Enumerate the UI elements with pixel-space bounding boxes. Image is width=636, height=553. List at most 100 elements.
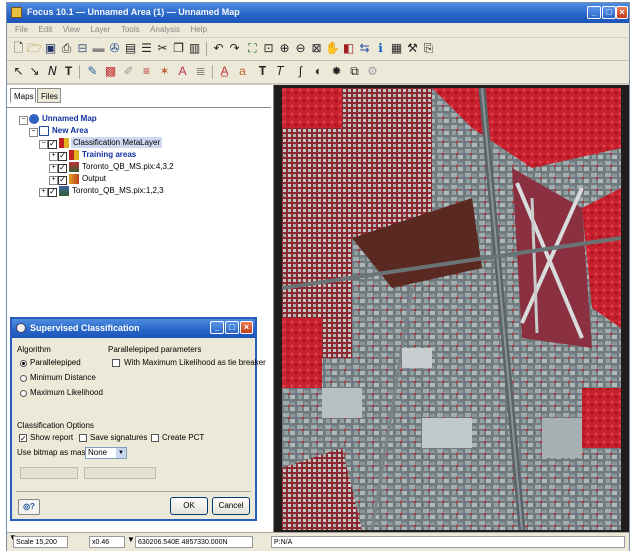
symbol-icon[interactable]: ✶ (157, 64, 172, 79)
map-view[interactable] (274, 85, 629, 532)
radio-parallelepiped[interactable] (20, 360, 27, 367)
new-icon[interactable]: 🗋 (11, 41, 26, 56)
highlight-icon[interactable]: A̲ (217, 64, 232, 79)
zoom-extent-icon[interactable]: ⛶ (245, 41, 260, 56)
undo-icon[interactable]: ↶ (211, 41, 226, 56)
contrast-icon[interactable]: ◐ (311, 64, 326, 79)
zoom-in-icon[interactable]: ⊕ (277, 41, 292, 56)
show-report-checkbox[interactable]: ✓ (19, 434, 27, 443)
tree-node-training[interactable]: Training areas (82, 149, 136, 160)
status-bar: ▼ Scale 15,200 x0.46 ▼ 630206.540E 48573… (7, 532, 629, 551)
visibility-checkbox[interactable]: ✓ (48, 188, 57, 197)
tree-node-map[interactable]: Unnamed Map (42, 113, 97, 124)
zoom-out-icon[interactable]: ⊖ (293, 41, 308, 56)
cancel-button[interactable]: Cancel (212, 497, 250, 515)
copy-icon[interactable]: ❐ (171, 41, 186, 56)
text-bold-icon[interactable]: 𝐓 (255, 64, 270, 79)
table-icon[interactable]: ▤ (123, 41, 138, 56)
radio-minimum-distance[interactable] (20, 375, 27, 382)
ok-button[interactable]: OK (170, 497, 208, 515)
radio-maximum-likelihood[interactable] (20, 390, 27, 397)
flicker-icon[interactable]: ⇆ (357, 41, 372, 56)
grid-icon[interactable]: ▦ (389, 41, 404, 56)
tab-maps[interactable]: Maps (10, 88, 36, 103)
save-icon[interactable]: ▣ (43, 41, 58, 56)
line-width-icon[interactable]: ≡ (139, 64, 154, 79)
raster-icon (69, 162, 79, 172)
create-pct-checkbox[interactable] (151, 434, 159, 442)
save-signatures-checkbox[interactable] (79, 434, 87, 442)
coord-dropdown-icon[interactable]: ▼ (127, 535, 135, 544)
visibility-checkbox[interactable]: ✓ (58, 152, 67, 161)
text-italic-icon[interactable]: 𝑇 (273, 64, 288, 79)
redo-icon[interactable]: ↷ (227, 41, 242, 56)
zoom-window-icon[interactable]: ⊠ (309, 41, 324, 56)
collapse-icon[interactable]: − (29, 128, 38, 137)
layers-stack-icon[interactable]: ⧉ (347, 64, 362, 79)
edit-arrow-icon[interactable]: ↘ (27, 64, 42, 79)
help-icon[interactable]: ◎? (18, 499, 40, 515)
identify-icon[interactable]: ✇ (107, 41, 122, 56)
settings-icon[interactable]: ⚙ (365, 64, 380, 79)
bitmap-label: Use bitmap as mask (17, 448, 90, 457)
open-icon[interactable]: 🗁 (27, 41, 42, 56)
paste-icon[interactable]: ▥ (187, 41, 202, 56)
zoom-full-icon[interactable]: ⊡ (261, 41, 276, 56)
tools-icon[interactable]: ⚒ (405, 41, 420, 56)
overview-icon[interactable]: ◧ (341, 41, 356, 56)
tab-files[interactable]: Files (37, 88, 61, 103)
expand-icon[interactable]: + (39, 188, 48, 197)
satellite-image[interactable] (282, 88, 621, 530)
info-icon[interactable]: ℹ (373, 41, 388, 56)
menu-layer[interactable]: Layer (90, 25, 110, 34)
properties-icon[interactable]: ▬ (91, 41, 106, 56)
tree-node-layer2[interactable]: Toronto_QB_MS.pix:1,2,3 (72, 185, 164, 196)
pan-icon[interactable]: ✋ (325, 41, 340, 56)
polyline-icon[interactable]: 𝘕 (45, 64, 60, 79)
print-icon[interactable]: ⎙ (59, 41, 74, 56)
dialog-minimize-button[interactable]: _ (210, 321, 224, 334)
dialog-close-button[interactable]: × (240, 321, 253, 334)
menu-analysis[interactable]: Analysis (150, 25, 180, 34)
visibility-checkbox[interactable]: ✓ (58, 164, 67, 173)
tree-node-output[interactable]: Output (82, 173, 106, 184)
menu-file[interactable]: File (15, 25, 28, 34)
visibility-checkbox[interactable]: ✓ (58, 176, 67, 185)
menu-help[interactable]: Help (190, 25, 206, 34)
menu-view[interactable]: View (63, 25, 80, 34)
tree-node-metalayer[interactable]: Classification MetaLayer (71, 137, 163, 148)
fill-icon[interactable]: ▩ (103, 64, 118, 79)
expand-icon[interactable]: + (49, 176, 58, 185)
tree-node-area[interactable]: New Area (52, 125, 88, 136)
save-signatures-label: Save signatures (90, 433, 148, 442)
expand-icon[interactable]: + (49, 152, 58, 161)
visibility-checkbox[interactable]: ✓ (48, 140, 57, 149)
dialog-maximize-button[interactable]: □ (225, 321, 239, 334)
select-arrow-icon[interactable]: ↖ (11, 64, 26, 79)
preview-icon[interactable]: ⊟ (75, 41, 90, 56)
layers-icon[interactable]: ☰ (139, 41, 154, 56)
text-color-icon[interactable]: a (235, 64, 250, 79)
collapse-icon[interactable]: − (39, 140, 48, 149)
brush-icon[interactable]: ✎ (85, 64, 100, 79)
text-tool-icon[interactable]: T (61, 64, 76, 79)
bitmap-select[interactable]: None ▼ (85, 447, 127, 459)
font-color-icon[interactable]: A (175, 64, 190, 79)
style-icon[interactable]: ≣ (193, 64, 208, 79)
expand-icon[interactable]: + (49, 164, 58, 173)
line-color-icon[interactable]: ✐ (121, 64, 136, 79)
tie-breaker-checkbox[interactable] (112, 359, 120, 367)
bookmark-icon[interactable]: ⎘ (421, 41, 436, 56)
maximize-button[interactable]: □ (602, 6, 616, 19)
close-button[interactable]: × (616, 6, 628, 19)
tree-node-layer1[interactable]: Toronto_QB_MS.pix:4,3,2 (82, 161, 174, 172)
collapse-icon[interactable]: − (19, 116, 28, 125)
menu-tools[interactable]: Tools (121, 25, 140, 34)
curve-icon[interactable]: ∫ (293, 64, 308, 79)
menu-edit[interactable]: Edit (38, 25, 52, 34)
cut-icon[interactable]: ✂ (155, 41, 170, 56)
layer-tree: − Unnamed Map − New Area − ✓ Classificat… (7, 107, 271, 308)
main-toolbar: 🗋 🗁 ▣ ⎙ ⊟ ▬ ✇ ▤ ☰ ✂ ❐ ▥ ↶ ↷ ⛶ ⊡ ⊕ ⊖ ⊠ ✋ … (7, 38, 629, 61)
minimize-button[interactable]: _ (587, 6, 601, 19)
sun-icon[interactable]: ✹ (329, 64, 344, 79)
